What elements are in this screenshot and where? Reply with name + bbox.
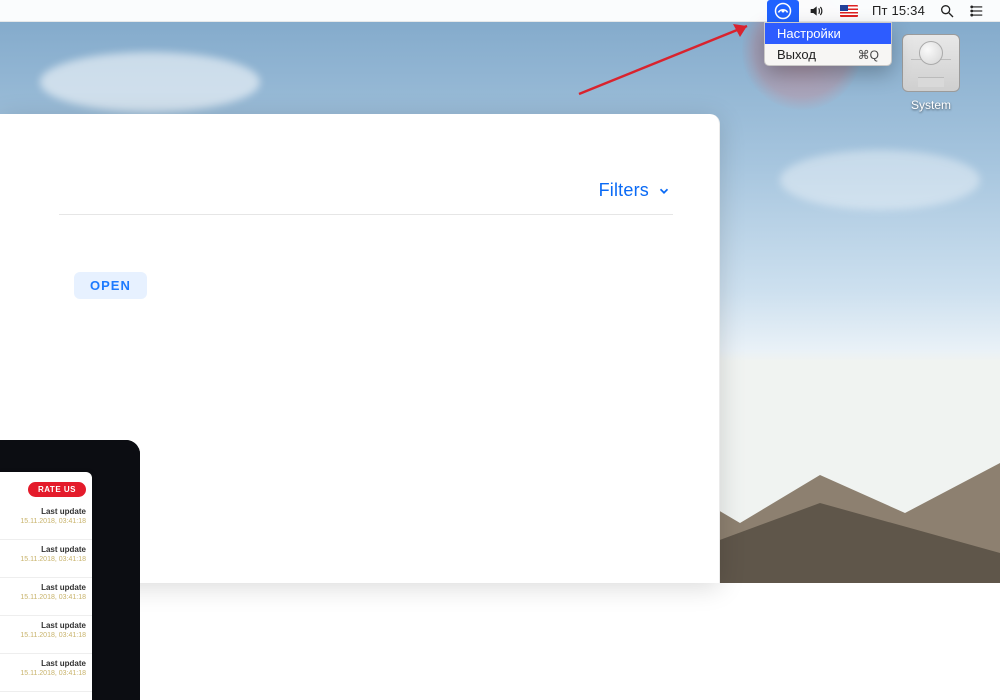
list-item[interactable]: Last update 15.11.2018, 03:41:18 xyxy=(0,540,92,578)
menubar-clock[interactable]: Пт 15:34 xyxy=(865,0,932,22)
menubar-dropdown: Настройки Выход ⌘Q xyxy=(764,22,892,66)
filters-label: Filters xyxy=(599,180,649,201)
list-item-title: Last update xyxy=(10,621,86,630)
list-item[interactable]: Last update 15.11.2018, 03:41:18 xyxy=(0,654,92,692)
rate-us-button[interactable]: RATE US xyxy=(28,482,86,497)
list-item-subtitle: 15.11.2018, 03:41:18 xyxy=(10,556,86,563)
input-source-flag-icon[interactable] xyxy=(833,0,865,22)
list-item[interactable]: Last update 15.11.2018, 03:41:18 xyxy=(0,502,92,540)
list-item-title: Last update xyxy=(10,583,86,592)
list-item-title: Last update xyxy=(10,507,86,516)
volume-icon[interactable] xyxy=(799,0,833,22)
device-preview: RATE US Last update 15.11.2018, 03:41:18… xyxy=(0,440,140,700)
menu-item-label: Настройки xyxy=(777,26,841,41)
menu-item-quit[interactable]: Выход ⌘Q xyxy=(765,44,891,65)
menu-item-shortcut: ⌘Q xyxy=(858,48,879,62)
list-item-subtitle: 15.11.2018, 03:41:18 xyxy=(10,594,86,601)
list-item-title: Last update xyxy=(10,659,86,668)
list-item-subtitle: 15.11.2018, 03:41:18 xyxy=(10,670,86,677)
spotlight-icon[interactable] xyxy=(932,0,962,22)
list-item[interactable]: Last update 15.11.2018, 03:41:18 xyxy=(0,578,92,616)
list-item-title: Last update xyxy=(10,545,86,554)
menubar-app-icon[interactable] xyxy=(767,0,799,22)
notification-center-icon[interactable] xyxy=(962,0,992,22)
desktop-icon-system[interactable]: System xyxy=(896,34,966,112)
menubar: Пт 15:34 xyxy=(0,0,1000,22)
harddrive-icon xyxy=(902,34,960,92)
app-window: Filters OPEN RATE US Last update 15.11.2… xyxy=(0,114,720,583)
desktop-icon-label: System xyxy=(896,98,966,112)
chevron-down-icon xyxy=(657,184,671,198)
list-item-subtitle: 15.11.2018, 03:41:18 xyxy=(10,632,86,639)
filters-toggle[interactable]: Filters xyxy=(599,180,671,215)
list-item[interactable]: Last update 15.11.2018, 03:41:18 xyxy=(0,616,92,654)
list-item-subtitle: 15.11.2018, 03:41:18 xyxy=(10,518,86,525)
status-badge-open[interactable]: OPEN xyxy=(74,272,147,299)
menu-item-label: Выход xyxy=(777,47,816,62)
menu-item-settings[interactable]: Настройки xyxy=(765,23,891,44)
